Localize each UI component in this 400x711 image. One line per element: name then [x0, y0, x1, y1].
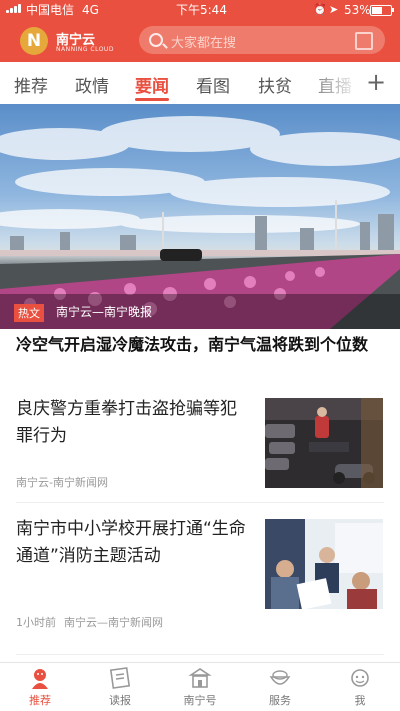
network-type: 4G	[82, 3, 99, 17]
nav-label: 推荐	[29, 694, 51, 707]
tiger-icon	[32, 669, 48, 689]
nav-label: 南宁号	[183, 694, 217, 707]
hot-article-badge: 热文	[14, 304, 44, 322]
nav-service[interactable]: 服务	[250, 667, 310, 708]
building-icon	[188, 668, 212, 688]
tab-photos[interactable]: 看图	[196, 72, 230, 97]
search-bar[interactable]: 大家都在搜	[139, 26, 385, 54]
search-icon	[149, 33, 163, 47]
nav-recommend[interactable]: 推荐	[10, 667, 70, 708]
tab-poverty[interactable]: 扶贫	[258, 72, 292, 97]
nav-nanning-account[interactable]: 南宁号	[170, 667, 230, 708]
app-header: N 南宁云 NANNING CLOUD 大家都在搜	[0, 20, 400, 62]
news-title: 南宁市中小学校开展打通“生命通道”消防主题活动	[16, 519, 246, 566]
category-tabs: 推荐 政情 要闻 看图 扶贫 直播 +	[0, 62, 400, 105]
tab-headlines[interactable]: 要闻	[135, 72, 169, 97]
alarm-icon: ⏰	[313, 3, 327, 16]
news-source: 南宁云-南宁新闻网	[16, 476, 108, 489]
profile-icon	[351, 669, 369, 687]
newspaper-icon	[109, 667, 131, 689]
news-thumbnail	[265, 398, 383, 488]
bottom-tab-bar: 推荐 读报 南宁号 服务 我	[0, 662, 400, 711]
service-bowl-icon	[269, 670, 291, 685]
tab-politics[interactable]: 政情	[75, 72, 109, 97]
signal-icon	[6, 4, 21, 13]
news-thumbnail	[265, 519, 383, 609]
app-name-en: NANNING CLOUD	[56, 46, 114, 53]
search-placeholder: 大家都在搜	[171, 36, 237, 51]
logo-icon: N	[20, 27, 48, 55]
nav-label: 读报	[109, 694, 131, 707]
news-source: 南宁云—南宁新闻网	[64, 616, 163, 629]
hero-source: 南宁云—南宁晚报	[56, 305, 153, 319]
news-item[interactable]: 良庆警方重拳打击盗抢骗等犯罪行为 南宁云-南宁新闻网	[0, 392, 400, 502]
battery-percent: 53%	[344, 3, 371, 17]
news-time: 1小时前	[16, 616, 56, 629]
tab-recommend[interactable]: 推荐	[14, 72, 48, 97]
carrier: 中国电信	[26, 3, 75, 17]
clock: 下午5:44	[176, 3, 227, 17]
active-tab-indicator	[135, 98, 169, 101]
scan-icon[interactable]	[355, 32, 373, 50]
location-icon: ➤	[329, 3, 339, 16]
news-item[interactable]: 南宁市中小学校开展打通“生命通道”消防主题活动 1小时前 南宁云—南宁新闻网	[0, 512, 400, 642]
hero-headline[interactable]: 冷空气开启湿冷魔法攻击，南宁气温将跌到个位数	[16, 334, 386, 355]
nav-profile[interactable]: 我	[330, 667, 390, 708]
status-bar: 中国电信 4G 下午5:44 ⏰ ➤ 53%	[0, 0, 400, 20]
nav-label: 我	[354, 694, 366, 707]
nav-label: 服务	[269, 694, 291, 707]
nav-newspaper[interactable]: 读报	[90, 667, 150, 708]
news-title: 良庆警方重拳打击盗抢骗等犯罪行为	[16, 399, 237, 446]
add-channel-icon[interactable]: +	[366, 68, 386, 96]
battery-icon	[370, 5, 394, 16]
hero-image[interactable]: 热文 南宁云—南宁晚报	[0, 104, 400, 329]
